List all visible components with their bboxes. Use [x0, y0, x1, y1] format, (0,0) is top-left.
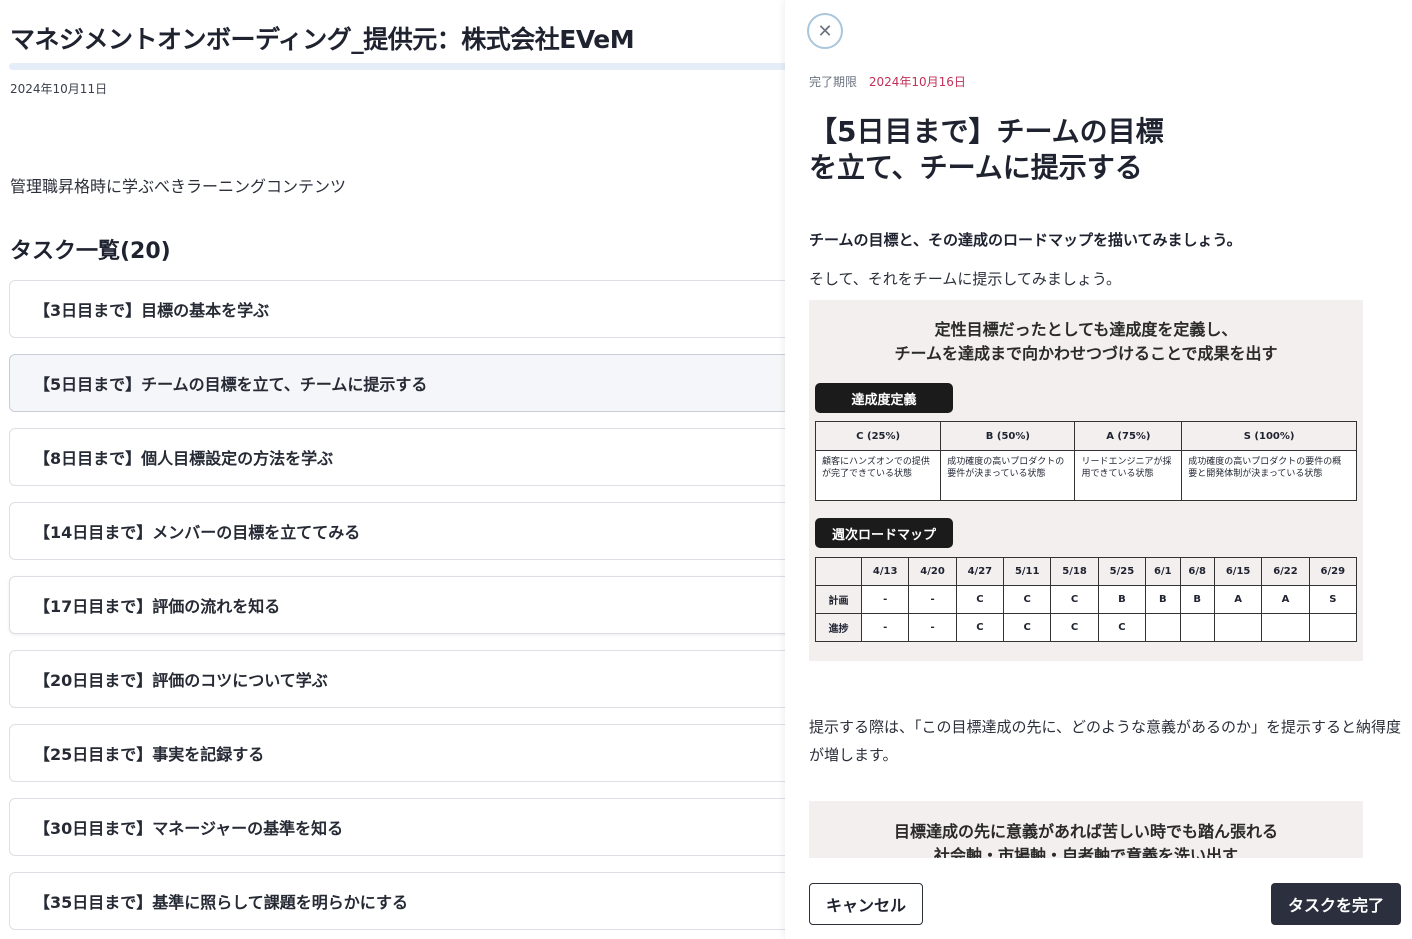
progress-cell: C: [1050, 613, 1099, 642]
week-header: 4/20: [908, 557, 957, 586]
plan-cell: S: [1308, 585, 1358, 614]
plan-cell: C: [1050, 585, 1099, 614]
plan-cell: -: [860, 585, 910, 614]
level-description: 成功確度の高いプロダクトの要件が決まっている状態: [940, 450, 1076, 501]
page-date: 2024年10月11日: [10, 82, 108, 96]
figure-heading: 定性目標だったとしても達成度を定義し、 チームを達成まで向かわせつづけることで成…: [809, 318, 1363, 366]
task-item[interactable]: 【30日目まで】マネージャーの基準を知る: [9, 798, 785, 856]
figure-heading-line: 目標達成の先に意義があれば苦しい時でも踏ん張れる: [893, 822, 1278, 841]
drawer-title: 【5日目まで】チームの目標 を立て、チームに提示する: [809, 114, 1189, 186]
level-header: B (50%): [940, 421, 1076, 451]
progress-cell: [1261, 613, 1310, 642]
page-description: 管理職昇格時に学ぶべきラーニングコンテンツ: [10, 177, 347, 196]
figure-heading-line: 社会軸・市場軸・自者軸で意義を洗い出す: [933, 846, 1238, 858]
figure-heading-line: 定性目標だったとしても達成度を定義し、: [934, 320, 1238, 339]
week-header: 4/13: [860, 557, 910, 586]
weekly-roadmap-label: 週次ロードマップ: [815, 518, 953, 548]
plan-cell: B: [1145, 585, 1181, 614]
task-list-heading: タスク一覧(20): [10, 239, 171, 264]
plan-row-label: 計画: [815, 585, 862, 614]
plan-cell: C: [1003, 585, 1052, 614]
task-detail-drawer: 完了期限 2024年10月16日 【5日目まで】チームの目標 を立て、チームに提…: [785, 0, 1412, 939]
complete-task-button[interactable]: タスクを完了: [1271, 883, 1401, 925]
plan-cell: A: [1261, 585, 1310, 614]
week-header: 6/1: [1145, 557, 1181, 586]
week-header: 6/22: [1261, 557, 1310, 586]
level-description: 顧客にハンズオンでの提供が完了できている状態: [814, 450, 942, 501]
page-content: マネジメントオンボーディング_提供元：株式会社EVeM 2024年10月11日 …: [0, 0, 785, 939]
plan-cell: C: [955, 585, 1005, 614]
week-header: 6/29: [1308, 557, 1358, 586]
significance-figure: 目標達成の先に意義があれば苦しい時でも踏ん張れる 社会軸・市場軸・自者軸で意義を…: [809, 801, 1363, 858]
plan-cell: -: [908, 585, 957, 614]
progress-bar: [9, 63, 785, 70]
close-icon: ✕: [817, 20, 833, 42]
achievement-definition-label: 達成度定義: [815, 383, 953, 413]
drawer-footer: キャンセル タスクを完了: [785, 858, 1412, 939]
weekly-roadmap-table: 4/13 4/20 4/27 5/11 5/18 5/25 6/1 6/8 6/…: [815, 557, 1358, 642]
week-header: 4/27: [955, 557, 1005, 586]
level-header: C (25%): [814, 421, 942, 451]
week-header: 5/11: [1003, 557, 1052, 586]
due-row: 完了期限 2024年10月16日: [809, 73, 966, 90]
task-item[interactable]: 【17日目まで】評価の流れを知る: [9, 576, 785, 634]
drawer-title-line: 【5日目まで】チームの目標: [809, 115, 1164, 148]
cancel-button[interactable]: キャンセル: [809, 883, 923, 925]
figure-heading: 目標達成の先に意義があれば苦しい時でも踏ん張れる 社会軸・市場軸・自者軸で意義を…: [809, 820, 1363, 858]
drawer-title-line: を立て、チームに提示する: [809, 151, 1143, 184]
progress-cell: [1145, 613, 1181, 642]
close-button[interactable]: ✕: [807, 13, 843, 49]
progress-cell: C: [955, 613, 1005, 642]
task-item-selected[interactable]: 【5日目まで】チームの目標を立て、チームに提示する: [9, 354, 785, 412]
task-item[interactable]: 【8日目まで】個人目標設定の方法を学ぶ: [9, 428, 785, 486]
week-header: 6/8: [1179, 557, 1215, 586]
level-description: リードエンジニアが採用できている状態: [1074, 450, 1183, 501]
week-header: 5/25: [1097, 557, 1147, 586]
progress-cell: [1213, 613, 1263, 642]
level-header: S (100%): [1181, 421, 1357, 451]
task-item[interactable]: 【14日目まで】メンバーの目標を立ててみる: [9, 502, 785, 560]
plan-cell: B: [1179, 585, 1215, 614]
drawer-scroll-area[interactable]: 完了期限 2024年10月16日 【5日目まで】チームの目標 を立て、チームに提…: [785, 0, 1412, 858]
level-header: A (75%): [1074, 421, 1183, 451]
task-item[interactable]: 【35日目まで】基準に照らして課題を明らかにする: [9, 872, 785, 930]
week-header: 6/15: [1213, 557, 1263, 586]
task-instruction-bold: チームの目標と、その達成のロードマップを描いてみましょう。: [809, 231, 1242, 249]
task-item[interactable]: 【3日目まで】目標の基本を学ぶ: [9, 280, 785, 338]
corner-cell: [815, 557, 862, 586]
page-title: マネジメントオンボーディング_提供元：株式会社EVeM: [10, 25, 635, 54]
progress-cell: [1179, 613, 1215, 642]
progress-cell: -: [860, 613, 910, 642]
plan-cell: B: [1097, 585, 1147, 614]
roadmap-figure: 定性目標だったとしても達成度を定義し、 チームを達成まで向かわせつづけることで成…: [809, 300, 1363, 661]
figure-heading-line: チームを達成まで向かわせつづけることで成果を出す: [894, 344, 1278, 363]
due-date: 2024年10月16日: [868, 75, 966, 89]
progress-row-label: 進捗: [815, 613, 862, 642]
task-instruction: そして、それをチームに提示してみましょう。: [809, 270, 1122, 288]
progress-cell: C: [1097, 613, 1147, 642]
task-note: 提示する際は、「この目標達成の先に、どのような意義があるのか」を提示すると納得度…: [809, 718, 1402, 764]
progress-cell: C: [1003, 613, 1052, 642]
progress-cell: [1308, 613, 1358, 642]
achievement-table: C (25%) B (50%) A (75%) S (100%) 顧客にハンズオ…: [814, 421, 1357, 501]
level-description: 成功確度の高いプロダクトの要件の概要と開発体制が決まっている状態: [1181, 450, 1357, 501]
plan-cell: A: [1213, 585, 1263, 614]
task-item[interactable]: 【25日目まで】事実を記録する: [9, 724, 785, 782]
week-header: 5/18: [1050, 557, 1099, 586]
progress-cell: -: [908, 613, 957, 642]
task-item[interactable]: 【20日目まで】評価のコツについて学ぶ: [9, 650, 785, 708]
due-label: 完了期限: [809, 75, 858, 89]
task-list: 【3日目まで】目標の基本を学ぶ 【5日目まで】チームの目標を立て、チームに提示す…: [9, 280, 785, 939]
